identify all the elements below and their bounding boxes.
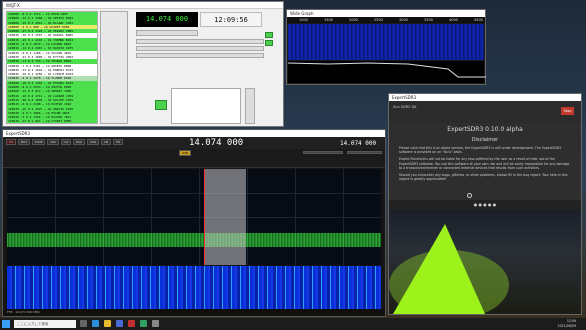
rf-gain-slider[interactable]	[347, 151, 382, 154]
control-row[interactable]	[136, 39, 264, 44]
agc-slider[interactable]	[303, 151, 343, 154]
vox-button[interactable]: VOX	[47, 139, 59, 145]
taskbar: ここに入力して検索 12:09 2021/06/09	[0, 318, 586, 330]
app-icon[interactable]	[140, 320, 147, 327]
disclaimer-content: ExpertSDR3 0.10.0 alpha Disclaimer Pleas…	[389, 123, 581, 200]
message-table[interactable]	[171, 88, 241, 124]
dialog-header: Sun SDR2 DX Stop	[389, 101, 581, 123]
task-view-icon[interactable]	[80, 320, 87, 327]
explorer-icon[interactable]	[104, 320, 111, 327]
windows-start-icon[interactable]	[2, 320, 10, 328]
scale-label: 3500	[424, 18, 433, 22]
waterfall-display[interactable]	[288, 24, 484, 60]
mox-button[interactable]: MOX	[18, 139, 30, 145]
tune-button[interactable]: TUNE	[32, 139, 45, 145]
frequency-scale: 1000 1500 2000 2500 3000 3500 4000 4500	[287, 17, 485, 23]
clock-date: 2021/06/09	[557, 324, 576, 328]
control-row: USB	[3, 149, 385, 159]
waterfall-display[interactable]	[7, 266, 381, 310]
band-select[interactable]	[136, 30, 198, 36]
status-bar: FT8 · 14.074 000 MHz	[3, 309, 385, 316]
ssb-button[interactable]: SSB	[87, 139, 99, 145]
mode-button[interactable]: USB	[179, 150, 191, 156]
disclaimer-paragraph: Please note that this is an alpha versio…	[399, 146, 562, 155]
scale-label: 1500	[324, 18, 333, 22]
grid-line	[7, 193, 381, 194]
grid-line	[7, 217, 381, 218]
app-icon[interactable]	[152, 320, 159, 327]
store-icon[interactable]	[116, 320, 123, 327]
disclaimer-dialog[interactable]: ExpertSDR3 Sun SDR2 DX Stop ExpertSDR3 0…	[388, 93, 582, 315]
enable-tx-button[interactable]	[155, 100, 167, 110]
am-button[interactable]: AM	[101, 139, 111, 145]
expertsdr-window[interactable]: ExpertSDR3 TX MOX TUNE VOX CW DIGI SSB A…	[2, 129, 386, 317]
window-title: WSJT-X	[3, 2, 283, 9]
vfo-b-frequency[interactable]: 14.074 000	[340, 140, 376, 147]
utc-clock-display: 12:09:56	[200, 12, 262, 27]
wide-graph-window[interactable]: Wide Graph 1000 1500 2000 2500 3000 3500 4000 4…	[286, 9, 486, 85]
loading-spinner-icon	[467, 193, 472, 198]
device-name: Sun SDR2 DX	[393, 105, 417, 109]
dial-frequency-display: 14.074 000	[136, 12, 198, 27]
background-photo	[389, 210, 581, 314]
scale-label: 1000	[299, 18, 308, 22]
page-indicator-dots[interactable]: ● ● ● ● ●	[389, 202, 581, 207]
app-title: ExpertSDR3 0.10.0 alpha	[447, 126, 523, 133]
scale-label: 4500	[474, 18, 483, 22]
band-row	[3, 159, 385, 168]
scale-label: 2000	[349, 18, 358, 22]
rx-frequency-pane[interactable]	[100, 11, 128, 124]
spectrum-trace	[7, 233, 381, 247]
window-title: Wide Graph	[287, 10, 485, 17]
cw-button[interactable]: CW	[61, 139, 71, 145]
scale-label: 3000	[399, 18, 408, 22]
panadapter[interactable]	[7, 169, 381, 265]
disclaimer-paragraph: Expert Electronics will not be liable fo…	[399, 157, 570, 170]
tx-button[interactable]: TX	[6, 139, 16, 145]
control-row[interactable]	[136, 53, 264, 58]
tx-slider[interactable]	[245, 88, 255, 124]
main-toolbar: TX MOX TUNE VOX CW DIGI SSB AM FM 14.074…	[3, 137, 385, 149]
edge-icon[interactable]	[92, 320, 99, 327]
tx-indicator	[265, 40, 273, 46]
disclaimer-paragraph: Should you encounter any bugs, glitches,…	[399, 173, 568, 182]
scale-label: 4000	[449, 18, 458, 22]
spectrum-plot[interactable]	[288, 61, 486, 83]
tx-indicator	[265, 32, 273, 38]
fm-button[interactable]: FM	[113, 139, 123, 145]
digi-button[interactable]: DIGI	[73, 139, 85, 145]
app-icon[interactable]	[128, 320, 135, 327]
receive-passband[interactable]	[204, 169, 246, 265]
window-title: ExpertSDR3	[3, 130, 385, 137]
tent-image	[393, 224, 485, 314]
wsjtx-window[interactable]: WSJT-X 120800 -8 0.2 1714 ~ CQ R5CN LN05…	[2, 1, 284, 127]
stop-button[interactable]: Stop	[561, 107, 574, 115]
search-input[interactable]: ここに入力して検索	[14, 320, 76, 328]
vfo-a-frequency[interactable]: 14.074 000	[189, 138, 243, 148]
window-title: ExpertSDR3	[389, 94, 581, 101]
band-activity-list[interactable]: 120800 -8 0.2 1714 ~ CQ R5CN LN05 120800 …	[6, 11, 98, 124]
scale-label: 2500	[374, 18, 383, 22]
control-row[interactable]	[136, 46, 264, 51]
system-clock[interactable]: 12:09 2021/06/09	[558, 319, 576, 329]
